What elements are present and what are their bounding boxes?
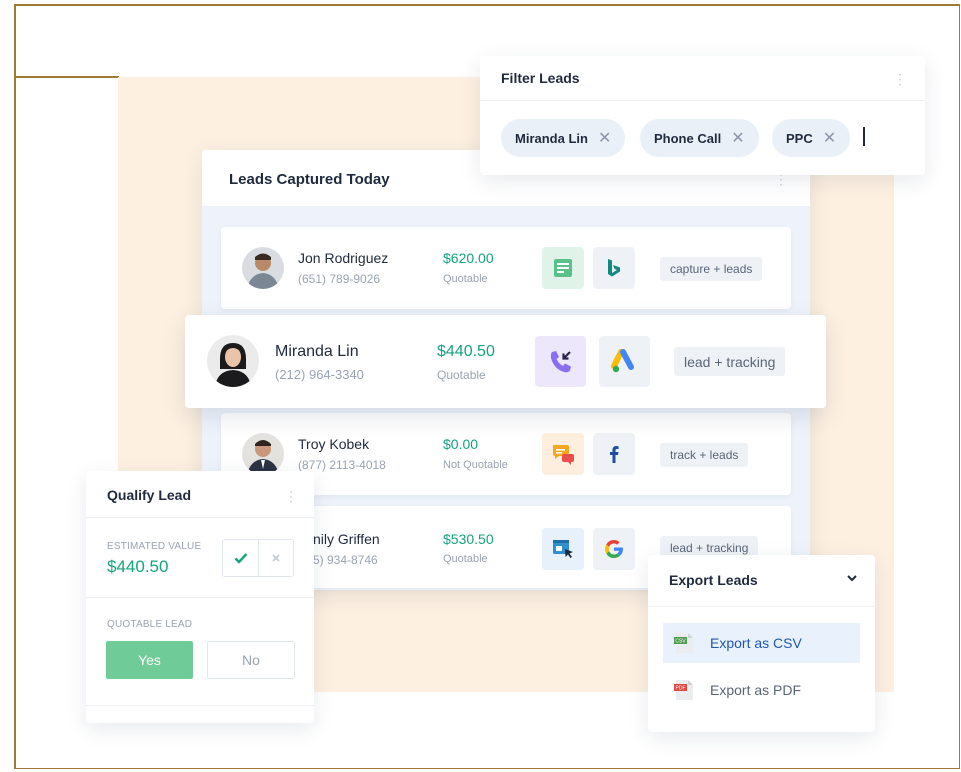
- lead-name: Jon Rodriguez: [298, 250, 389, 266]
- frame-border-left: [14, 4, 16, 769]
- lead-row-miranda-lin[interactable]: Miranda Lin (212) 964-3340 $440.50 Quota…: [185, 315, 826, 408]
- export-pdf-item[interactable]: PDF Export as PDF: [663, 670, 860, 710]
- lead-amount: $620.00: [443, 250, 494, 266]
- lead-phone: 5) 934-8746: [313, 553, 378, 567]
- close-icon: [272, 554, 280, 562]
- filter-chip-miranda-lin[interactable]: Miranda Lin ✕: [501, 119, 626, 157]
- lead-phone: (651) 789-9026: [298, 272, 381, 286]
- lead-phone: (877) 2113-4018: [298, 458, 386, 472]
- filter-chip-phone-call[interactable]: Phone Call ✕: [640, 119, 759, 157]
- more-options-icon[interactable]: ⋮: [284, 489, 298, 503]
- estimated-value-label: ESTIMATED VALUE: [107, 541, 202, 552]
- frame-border-top: [14, 4, 960, 6]
- lead-phone: (212) 964-3340: [275, 367, 364, 382]
- remove-chip-icon[interactable]: ✕: [823, 128, 836, 148]
- export-pdf-label: Export as PDF: [710, 682, 802, 698]
- export-csv-label: Export as CSV: [710, 635, 802, 651]
- lead-tag: track + leads: [660, 443, 749, 467]
- export-card-title: Export Leads: [669, 572, 758, 588]
- avatar: [242, 247, 284, 289]
- lead-row-jon-rodriguez[interactable]: Jon Rodriguez (651) 789-9026 $620.00 Quo…: [221, 227, 791, 309]
- bing-icon: [593, 247, 635, 289]
- frame-border-bottom: [14, 767, 960, 769]
- remove-chip-icon[interactable]: ✕: [598, 128, 611, 148]
- leads-card-title: Leads Captured Today: [229, 171, 390, 188]
- filter-chip-ppc[interactable]: PPC ✕: [772, 119, 851, 157]
- chip-label: Miranda Lin: [515, 130, 588, 146]
- avatar: [207, 335, 259, 387]
- lead-tag: capture + leads: [660, 257, 763, 281]
- no-button[interactable]: No: [207, 641, 295, 679]
- chat-icon: [542, 433, 584, 475]
- lead-amount: $440.50: [437, 343, 495, 360]
- chip-label: PPC: [786, 130, 813, 146]
- qualify-divider: [86, 705, 314, 706]
- filter-card-title: Filter Leads: [501, 70, 580, 86]
- csv-badge: CSV: [675, 639, 686, 645]
- frame-border-right: [958, 4, 960, 769]
- export-dropdown-header[interactable]: Export Leads: [648, 555, 875, 607]
- lead-status: Quotable: [443, 273, 488, 285]
- qualify-divider: [86, 597, 314, 598]
- qualify-lead-card: Qualify Lead ⋮ ESTIMATED VALUE $440.50 Q…: [86, 471, 314, 723]
- filter-leads-card: Filter Leads ⋮ Miranda Lin ✕ Phone Call …: [480, 56, 925, 175]
- lead-status: Quotable: [437, 368, 486, 382]
- filter-divider: [480, 100, 925, 101]
- more-options-icon[interactable]: ⋮: [893, 72, 907, 86]
- facebook-icon: [593, 433, 635, 475]
- avatar: [242, 433, 284, 475]
- web-click-icon: [542, 528, 584, 570]
- export-leads-card: Export Leads CSV Export as CSV PDF Expor…: [648, 555, 875, 732]
- check-icon: [234, 553, 247, 564]
- remove-chip-icon[interactable]: ✕: [731, 128, 744, 148]
- reject-button[interactable]: [258, 540, 293, 576]
- confirm-button[interactable]: [223, 540, 258, 576]
- qualify-divider: [86, 517, 314, 518]
- pdf-badge: PDF: [676, 686, 686, 692]
- lead-status: Not Quotable: [443, 459, 508, 471]
- lead-name: Miranda Lin: [275, 343, 359, 360]
- lead-amount: $0.00: [443, 436, 479, 452]
- chevron-down-icon[interactable]: [845, 571, 859, 585]
- google-icon: [593, 528, 635, 570]
- pdf-file-icon: PDF: [673, 679, 695, 701]
- export-csv-item[interactable]: CSV Export as CSV: [663, 623, 860, 663]
- lead-name: Troy Kobek: [298, 436, 370, 452]
- lead-status: Quotable: [443, 553, 488, 565]
- google-ads-icon: [599, 336, 650, 387]
- lead-tag: lead + tracking: [674, 347, 786, 376]
- frame-divider: [14, 76, 119, 78]
- qualify-card-title: Qualify Lead: [107, 487, 192, 503]
- csv-file-icon: CSV: [673, 632, 695, 654]
- quotable-lead-label: QUOTABLE LEAD: [107, 619, 193, 630]
- phone-call-icon: [535, 336, 586, 387]
- lead-amount: $530.50: [443, 531, 494, 547]
- chip-label: Phone Call: [654, 130, 722, 146]
- estimate-confirm-group: [222, 539, 294, 577]
- form-icon: [542, 247, 584, 289]
- lead-name: nily Griffen: [313, 531, 380, 547]
- yes-button[interactable]: Yes: [106, 641, 193, 679]
- filter-input-caret[interactable]: [863, 127, 865, 146]
- estimated-value: $440.50: [107, 557, 169, 576]
